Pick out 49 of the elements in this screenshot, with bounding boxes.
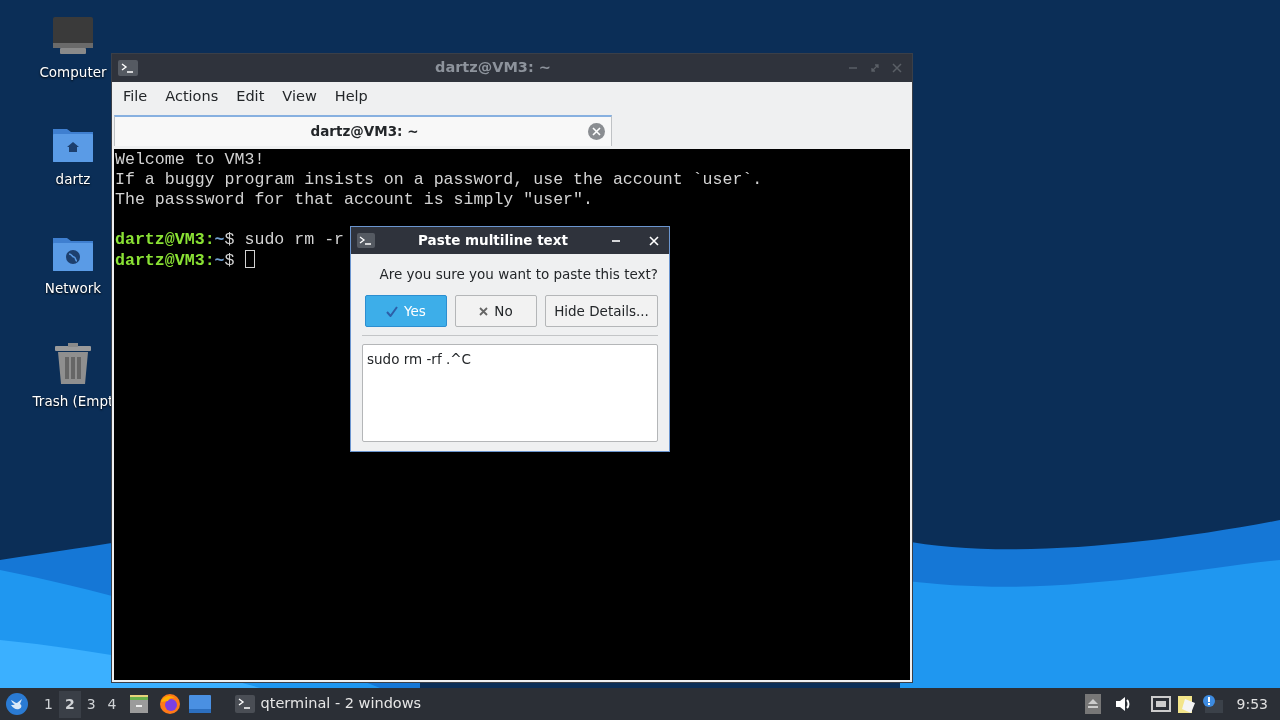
- command-text: sudo rm -r: [243, 230, 345, 249]
- desktop-icon-label[interactable]: Trash (Empt: [32, 391, 114, 412]
- prompt-symbol: $: [224, 251, 235, 270]
- cross-icon: [479, 306, 489, 316]
- check-icon: [386, 305, 399, 317]
- workspace-switch[interactable]: 4: [101, 690, 123, 718]
- dialog-title: Paste multiline text: [417, 231, 569, 251]
- bird-logo-icon[interactable]: [6, 693, 28, 715]
- desktop-icon-label[interactable]: Computer: [39, 62, 107, 83]
- prompt-symbol: $: [224, 230, 235, 249]
- trash-icon[interactable]: [54, 343, 92, 385]
- terminal-icon: [118, 60, 138, 76]
- terminal-output-line: If a buggy program insists on a password, use the account `user`.: [115, 170, 763, 189]
- terminal-output-line: The passsword for that account is simply "user".: [115, 190, 593, 209]
- details-text-box[interactable]: sudo rm -rf .^C: [362, 344, 658, 443]
- menu-item[interactable]: Edit: [227, 83, 274, 111]
- menu-item[interactable]: Help: [325, 83, 377, 111]
- taskbar-task-button[interactable]: qterminal - 2 windows: [230, 693, 426, 715]
- monitor-icon[interactable]: [52, 16, 94, 56]
- prompt-path: ~: [214, 230, 225, 249]
- workspace-switch[interactable]: 2: [58, 690, 81, 718]
- network-port-icon[interactable]: [1150, 696, 1171, 712]
- clock[interactable]: 9:53: [1236, 693, 1268, 715]
- alert-icon[interactable]: [1200, 694, 1223, 714]
- prompt-user: dartz@VM3: [115, 251, 205, 270]
- prompt-separator: :: [204, 230, 215, 249]
- menu-item[interactable]: Actions: [156, 83, 228, 111]
- notes-icon[interactable]: [1176, 694, 1197, 714]
- prompt-separator: :: [204, 251, 215, 270]
- dialog-message: Are you sure you want to paste this text?: [378, 265, 659, 284]
- terminal-icon: [234, 695, 255, 713]
- file-cabinet-icon[interactable]: [128, 694, 149, 714]
- dialog-button[interactable]: Hide Details...: [545, 295, 658, 328]
- workspace-switch[interactable]: 3: [80, 690, 102, 718]
- fox-browser-icon[interactable]: [158, 693, 181, 715]
- desktop-icon-label[interactable]: dartz: [55, 169, 91, 190]
- window-title: dartz@VM3: ~: [434, 58, 552, 78]
- prompt-user: dartz@VM3: [115, 230, 205, 249]
- window-icon[interactable]: [188, 695, 211, 713]
- menu-item[interactable]: View: [273, 83, 326, 111]
- terminal-output-line: Welcome to VM3!: [115, 150, 265, 169]
- menu-item[interactable]: File: [114, 83, 157, 111]
- terminal-tab[interactable]: dartz@VM3: ~: [114, 115, 612, 146]
- terminal-icon: [357, 233, 375, 248]
- desktop-icon-label[interactable]: Network: [44, 278, 102, 299]
- prompt-path: ~: [214, 251, 225, 270]
- dialog-button[interactable]: No: [455, 295, 537, 328]
- workspace-switch[interactable]: 1: [38, 690, 59, 718]
- eject-icon[interactable]: [1084, 694, 1101, 714]
